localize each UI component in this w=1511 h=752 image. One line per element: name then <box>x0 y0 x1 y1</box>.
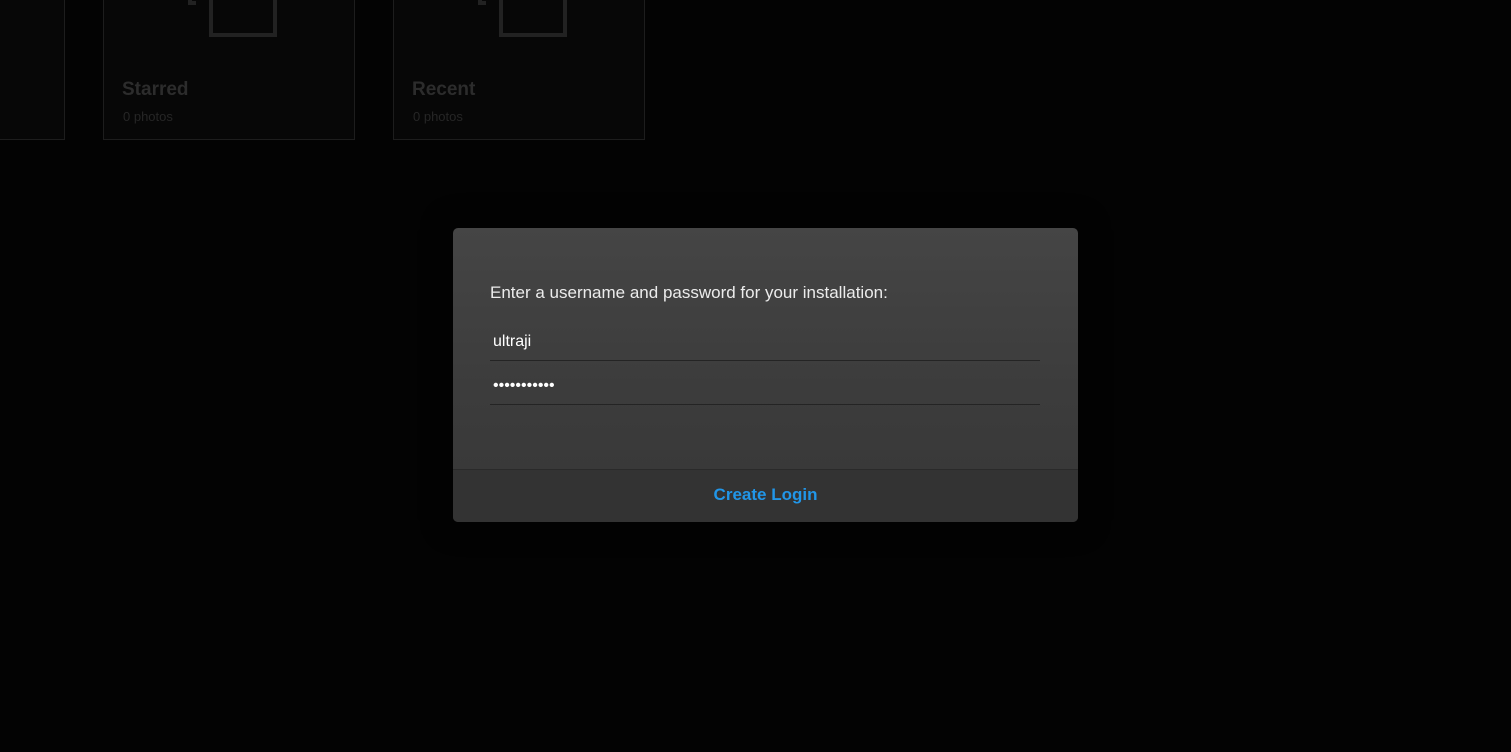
album-tile-starred[interactable]: Starred 0 photos <box>103 0 355 140</box>
album-title: Starred <box>122 79 189 100</box>
app-root: Starred 0 photos Recent 0 photos Enter a… <box>0 0 1511 752</box>
image-placeholder-icon <box>478 0 567 37</box>
image-placeholder-icon <box>188 0 277 37</box>
create-login-button[interactable]: Create Login <box>708 485 824 505</box>
album-tile-recent[interactable]: Recent 0 photos <box>393 0 645 140</box>
dialog-message: Enter a username and password for your i… <box>490 283 888 302</box>
album-title: Recent <box>412 79 476 100</box>
album-photo-count: 0 photos <box>123 109 173 124</box>
password-input[interactable] <box>490 367 1040 405</box>
dialog-footer: Create Login <box>453 469 1078 522</box>
album-photo-count: 0 photos <box>413 109 463 124</box>
album-tile-partial <box>0 0 65 140</box>
create-login-dialog: Enter a username and password for your i… <box>453 228 1078 522</box>
username-input[interactable] <box>490 323 1040 361</box>
